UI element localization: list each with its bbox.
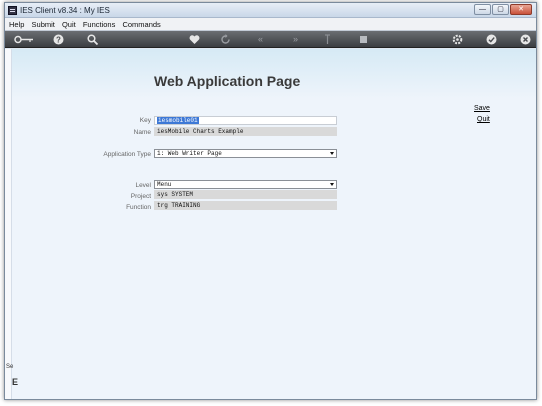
- bottom-left-letter: E: [12, 377, 19, 387]
- menu-help[interactable]: Help: [9, 20, 24, 29]
- level-label: Level: [135, 182, 151, 189]
- search-icon[interactable]: [86, 33, 99, 46]
- key-field[interactable]: iesmobile01: [154, 116, 337, 125]
- name-label: Name: [133, 129, 151, 136]
- app-window: IES Client v8.34 : My IES — ▢ ✕ Help Sub…: [4, 2, 537, 400]
- menu-bar: Help Submit Quit Functions Commands: [5, 18, 536, 31]
- project-label: Project: [130, 193, 151, 200]
- forward-icon[interactable]: »: [289, 33, 302, 46]
- svg-text:?: ?: [56, 36, 61, 45]
- square-icon[interactable]: [357, 33, 370, 46]
- minimize-button[interactable]: —: [474, 4, 491, 15]
- application-type-value: 1: Web Writer Page: [157, 150, 222, 157]
- close-button[interactable]: ✕: [510, 4, 532, 15]
- heart-icon[interactable]: [188, 33, 201, 46]
- menu-submit[interactable]: Submit: [32, 20, 55, 29]
- back-icon[interactable]: «: [254, 33, 267, 46]
- key-icon[interactable]: [13, 33, 35, 46]
- level-value: Menu: [157, 181, 172, 188]
- application-type-label: Application Type: [103, 151, 151, 158]
- level-select[interactable]: Menu: [154, 180, 337, 189]
- key-label: Key: [139, 117, 151, 124]
- close-icon[interactable]: [519, 33, 532, 46]
- bottom-left-text: Se: [6, 364, 14, 370]
- window-title: IES Client v8.34 : My IES: [20, 6, 110, 15]
- refresh-icon[interactable]: [219, 33, 232, 46]
- upload-icon[interactable]: [321, 33, 334, 46]
- left-side-panel: [5, 49, 12, 399]
- page-title: Web Application Page: [154, 73, 301, 89]
- application-type-select[interactable]: 1: Web Writer Page: [154, 149, 337, 158]
- function-label: Function: [126, 204, 151, 211]
- chevron-down-icon: [330, 152, 334, 155]
- function-field[interactable]: trg TRAINING: [154, 201, 337, 210]
- check-icon[interactable]: [485, 33, 498, 46]
- menu-commands[interactable]: Commands: [122, 20, 160, 29]
- main-content: Web Application Page Save Quit Key iesmo…: [5, 49, 536, 399]
- help-icon[interactable]: ?: [52, 33, 65, 46]
- project-field[interactable]: sys SYSTEM: [154, 190, 337, 199]
- title-bar: IES Client v8.34 : My IES — ▢ ✕: [5, 3, 536, 18]
- save-link[interactable]: Save: [474, 105, 490, 112]
- window-controls: — ▢ ✕: [473, 4, 532, 15]
- quit-link[interactable]: Quit: [477, 116, 490, 123]
- app-icon: [8, 6, 17, 15]
- chevron-down-icon: [330, 183, 334, 186]
- maximize-button[interactable]: ▢: [492, 4, 509, 15]
- menu-quit[interactable]: Quit: [62, 20, 76, 29]
- name-field[interactable]: iesMobile Charts Example: [154, 127, 337, 136]
- key-value: iesmobile01: [157, 117, 199, 124]
- toolbar: ? « »: [5, 31, 536, 48]
- menu-functions[interactable]: Functions: [83, 20, 116, 29]
- settings-icon[interactable]: [451, 33, 464, 46]
